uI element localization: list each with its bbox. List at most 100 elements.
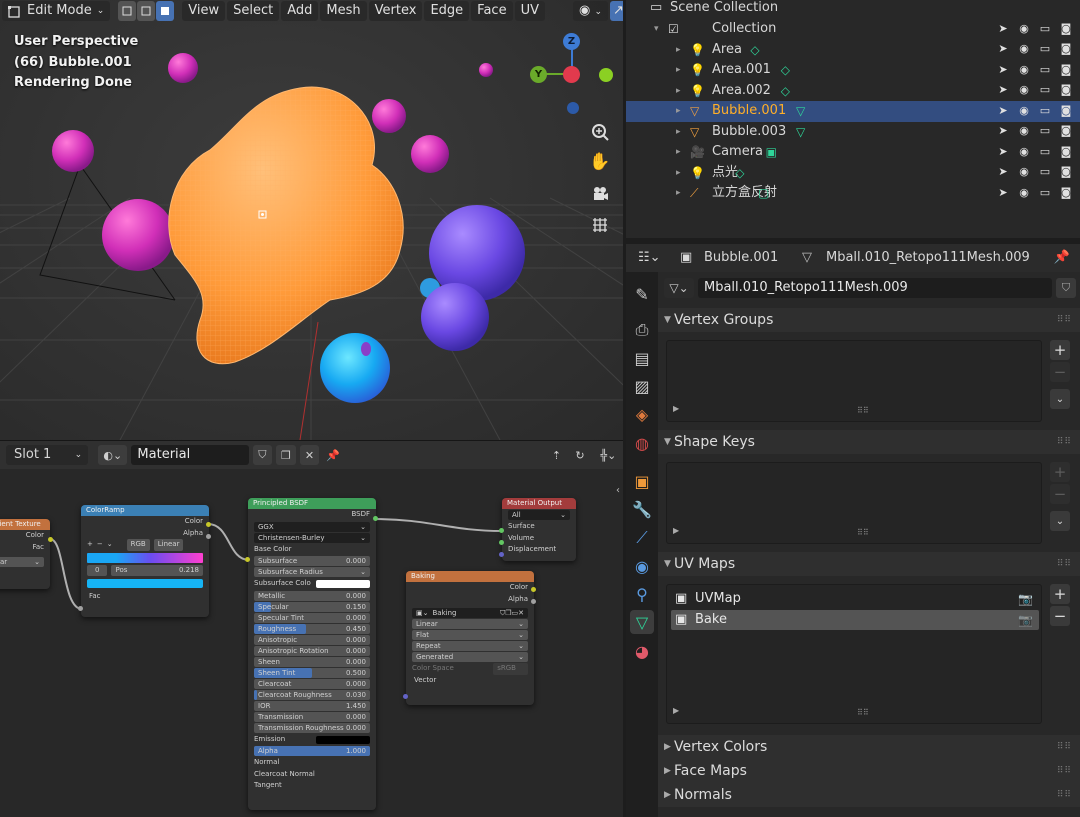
eye-icon[interactable]: ◉ bbox=[1016, 104, 1032, 118]
outliner-row[interactable]: ▸ ▽ Bubble.003 ▽ ➤ ◉ ▭ ◙ bbox=[626, 122, 1080, 143]
color-ramp-bar[interactable] bbox=[87, 552, 203, 563]
shape-key-specials-button[interactable]: ⌄ bbox=[1050, 511, 1070, 531]
bsdf-param-row[interactable]: Specular 0.150 bbox=[254, 601, 370, 612]
bsdf-param-row[interactable]: Subsurface Colo bbox=[248, 578, 376, 590]
expand-triangle-icon[interactable]: ▸ bbox=[676, 183, 681, 204]
outliner-row[interactable]: ▸ 💡 Area.001 ◇ ➤ ◉ ▭ ◙ bbox=[626, 60, 1080, 81]
color-mode-dropdown[interactable]: RGB bbox=[126, 539, 150, 551]
mesh-data-tab-icon[interactable]: ▽ bbox=[630, 610, 654, 634]
object-data-icon[interactable]: ◇ bbox=[781, 81, 790, 102]
panel-face-maps[interactable]: ▶ Face Maps ⠿⠿ bbox=[658, 759, 1080, 783]
sss-method-dropdown[interactable]: Christensen-Burley ⌄ bbox=[254, 532, 370, 543]
outliner-row[interactable]: ▸ 💡 Area.002 ◇ ➤ ◉ ▭ ◙ bbox=[626, 81, 1080, 102]
object-data-icon[interactable]: ▽ bbox=[796, 101, 805, 122]
outliner[interactable]: ▭ Scene Collection ▾ ☑ Collection ➤ ◉ ▭ ◙ ▸ 💡 Are… bbox=[626, 0, 1080, 238]
menu-uv[interactable]: UV bbox=[514, 1, 545, 21]
properties-editor[interactable]: ☷⌄ ▣ Bubble.001 ▽ Mball.010_Retopo111Mes… bbox=[626, 241, 1080, 817]
filter-triangle-icon[interactable]: ▶ bbox=[673, 526, 679, 535]
vertex-group-specials-button[interactable]: ⌄ bbox=[1050, 389, 1070, 409]
expand-triangle-icon[interactable]: ▸ bbox=[676, 122, 681, 143]
camera-icon[interactable]: ◙ bbox=[1058, 124, 1074, 139]
object-data-icon[interactable]: ◇ bbox=[750, 40, 759, 61]
color-swatch[interactable] bbox=[316, 735, 370, 744]
shader-editor[interactable]: Slot 1 ⌄ ◐⌄ Material ⛉ ❐ ✕ 📌 ⇡ ↻ ╬⌄ dien… bbox=[0, 440, 623, 817]
bsdf-param-row[interactable]: Roughness 0.450 bbox=[254, 623, 370, 634]
scene-tab-icon[interactable]: ◈ bbox=[630, 402, 654, 426]
mesh-name-field[interactable]: Mball.010_Retopo111Mesh.009 bbox=[698, 278, 1052, 298]
expand-triangle-icon[interactable]: ▸ bbox=[676, 60, 681, 81]
bsdf-param-row[interactable]: Emission bbox=[248, 734, 376, 746]
eye-icon[interactable]: ◉ bbox=[1016, 83, 1032, 98]
outliner-row[interactable]: ▸ 🎥 Camera ▣ ➤ ◉ ▭ ◙ bbox=[626, 142, 1080, 163]
menu-view[interactable]: View bbox=[182, 1, 226, 21]
camera-icon[interactable]: ◙ bbox=[1058, 104, 1074, 118]
eye-icon[interactable]: ◉ bbox=[1016, 42, 1032, 57]
object-data-icon[interactable]: ◇ bbox=[781, 60, 790, 81]
socket-baking-alpha[interactable] bbox=[531, 599, 536, 604]
outliner-row[interactable]: ▸ 💡 Area ◇ ➤ ◉ ▭ ◙ bbox=[626, 40, 1080, 61]
node-gradient-texture[interactable]: dient Texture Color Fac ar⌄ r bbox=[0, 519, 50, 589]
filter-triangle-icon[interactable]: ▶ bbox=[673, 404, 679, 413]
mode-dropdown[interactable]: Edit Mode ⌄ bbox=[2, 1, 111, 21]
projection-dropdown[interactable]: Flat ⌄ bbox=[412, 630, 528, 640]
menu-edge[interactable]: Edge bbox=[424, 1, 470, 21]
world-tab-icon[interactable]: ◍ bbox=[630, 431, 654, 455]
node-image-texture-baking[interactable]: Baking Color Alpha ▣⌄ Baking ⛉❐▭✕ Linear… bbox=[406, 571, 534, 705]
stop-color-swatch[interactable] bbox=[87, 579, 203, 588]
menu-vertex[interactable]: Vertex bbox=[368, 1, 423, 21]
bsdf-param-row[interactable]: Transmission 0.000 bbox=[254, 711, 370, 722]
bsdf-param-row[interactable]: Metallic 0.000 bbox=[254, 590, 370, 601]
bsdf-param-row[interactable]: Clearcoat 0.000 bbox=[254, 678, 370, 689]
drag-grip-icon[interactable]: ⠿⠿ bbox=[1057, 735, 1072, 759]
monitor-icon[interactable]: ▭ bbox=[1037, 83, 1053, 98]
editor-type-icon[interactable]: ☷⌄ bbox=[638, 244, 661, 272]
remove-vertex-group-button[interactable]: − bbox=[1050, 362, 1070, 382]
camera-icon[interactable]: ◙ bbox=[1058, 42, 1074, 57]
uv-map-item[interactable]: ▣ Bake 📷 bbox=[671, 610, 1039, 630]
panel-vertex-colors[interactable]: ▶ Vertex Colors ⠿⠿ bbox=[658, 735, 1080, 759]
monitor-icon[interactable]: ▭ bbox=[1037, 63, 1053, 77]
bsdf-param-row[interactable]: Anisotropic Rotation 0.000 bbox=[254, 645, 370, 656]
object-data-icon[interactable]: ▢ bbox=[758, 183, 769, 204]
filter-triangle-icon[interactable]: ▶ bbox=[673, 706, 679, 715]
selectable-arrow-icon[interactable]: ➤ bbox=[995, 63, 1011, 77]
socket-baking-color[interactable] bbox=[531, 587, 536, 592]
constraints-tab-icon[interactable]: ⚲ bbox=[630, 582, 654, 606]
node-material-output[interactable]: Material Output All ⌄ Surface Volume Disp… bbox=[502, 498, 576, 561]
color-space-dropdown[interactable]: sRGB bbox=[493, 663, 528, 675]
remove-stop-button[interactable]: − bbox=[97, 539, 103, 551]
selectable-arrow-icon[interactable]: ➤ bbox=[995, 104, 1011, 118]
panel-vertex-groups[interactable]: ▼ Vertex Groups ⠿⠿ bbox=[658, 308, 1080, 332]
expand-triangle-icon[interactable]: ▸ bbox=[676, 163, 681, 184]
menu-add[interactable]: Add bbox=[281, 1, 319, 21]
socket-bsdf-out[interactable] bbox=[373, 516, 378, 521]
monitor-icon[interactable]: ▭ bbox=[1037, 186, 1053, 200]
camera-icon[interactable]: ◙ bbox=[1058, 83, 1074, 98]
monitor-icon[interactable]: ▭ bbox=[1037, 22, 1053, 36]
gizmo-x-axis[interactable] bbox=[563, 66, 580, 83]
selectable-arrow-icon[interactable]: ➤ bbox=[995, 83, 1011, 98]
socket-colorramp-alpha[interactable] bbox=[206, 534, 211, 539]
node-principled-bsdf[interactable]: Principled BSDF BSDF GGX ⌄ Christensen-Bu… bbox=[248, 498, 376, 810]
eye-icon[interactable]: ◉ bbox=[1016, 186, 1032, 200]
expand-triangle-icon[interactable]: ▸ bbox=[676, 142, 681, 163]
vertex-groups-list[interactable]: ▶ ⠿⠿ bbox=[666, 340, 1042, 422]
expand-triangle-icon[interactable]: ▸ bbox=[676, 81, 681, 102]
drag-grip-icon[interactable]: ⠿⠿ bbox=[1057, 759, 1072, 783]
expand-triangle-icon[interactable]: ▸ bbox=[676, 101, 681, 122]
camera-icon[interactable]: ◙ bbox=[1058, 186, 1074, 200]
sidebar-toggle-icon[interactable]: ‹ bbox=[616, 485, 620, 496]
interpolation-dropdown[interactable]: Linear ⌄ bbox=[412, 619, 528, 629]
bsdf-param-row[interactable]: Alpha 1.000 bbox=[254, 746, 370, 756]
socket-base-color[interactable] bbox=[245, 557, 250, 562]
menu-mesh[interactable]: Mesh bbox=[320, 1, 367, 21]
fake-user-shield-icon[interactable]: ⛉ bbox=[1056, 278, 1076, 298]
outliner-scene-collection[interactable]: ▭ Scene Collection bbox=[626, 0, 1080, 19]
interpolation-dropdown[interactable]: Linear bbox=[153, 539, 184, 551]
viewport-3d[interactable]: Z Y Edit Mode ⌄ View Select Add Mesh Ver… bbox=[0, 0, 623, 440]
color-swatch[interactable] bbox=[316, 580, 370, 588]
camera-view-icon[interactable] bbox=[588, 182, 612, 206]
grid-ortho-icon[interactable] bbox=[588, 213, 612, 237]
uv-maps-list[interactable]: ▣ UVMap 📷 ▣ Bake 📷 ▶ ⠿⠿ bbox=[666, 584, 1042, 724]
resize-grip-icon[interactable]: ⠿⠿ bbox=[857, 528, 869, 537]
